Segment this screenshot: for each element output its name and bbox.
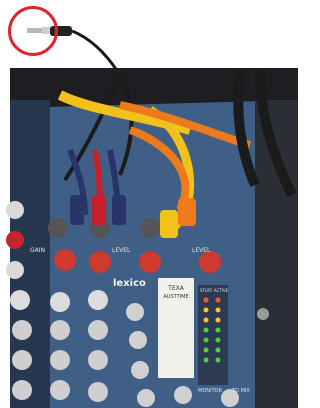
tape-label-line-1: TEXA bbox=[167, 285, 185, 292]
mixer-photo: TEXA AUSTTIME lexico GAIN LEVEL LEVEL ST… bbox=[0, 0, 298, 408]
monitor-label: MONITOR bbox=[198, 388, 222, 394]
level-meter bbox=[198, 285, 228, 385]
level-label-1: LEVEL bbox=[112, 247, 131, 254]
screw-icon bbox=[257, 308, 269, 320]
level-label-2: LEVEL bbox=[192, 247, 211, 254]
tape-label-line-2: AUSTTIME bbox=[163, 294, 188, 300]
gain-label: GAIN bbox=[30, 247, 45, 254]
callout-circle bbox=[8, 6, 58, 56]
brand-label: lexico bbox=[113, 278, 146, 289]
meter-header: STUFF ACTIVE bbox=[200, 288, 229, 293]
to-mix-label: TO MIX bbox=[231, 388, 250, 394]
tape-label: TEXA AUSTTIME bbox=[158, 278, 194, 378]
